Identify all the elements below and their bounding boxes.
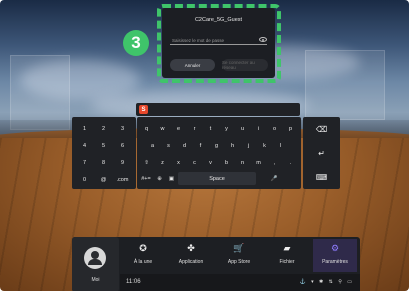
dock-app-label: Paramètres	[322, 259, 348, 265]
symbols-key[interactable]: #+=	[139, 172, 153, 185]
dock-app-label: App Store	[227, 259, 251, 265]
letter-key[interactable]: b	[219, 156, 234, 169]
letter-key[interactable]: q	[139, 122, 154, 135]
folder-icon: ▰	[283, 242, 291, 253]
letter-key[interactable]: .	[283, 156, 298, 169]
letter-key[interactable]: t	[203, 122, 218, 135]
letter-key[interactable]: i	[251, 122, 266, 135]
keyboard-suggestion-bar: S	[136, 103, 300, 116]
backspace-icon[interactable]: ⌫	[309, 122, 334, 136]
letter-key[interactable]: r	[187, 122, 202, 135]
dock-app-label: Fichier	[279, 259, 295, 265]
shift-key[interactable]: ⇧	[139, 156, 154, 169]
numpad-key[interactable]: 9	[114, 156, 131, 169]
letter-key[interactable]: w	[155, 122, 170, 135]
glass-pane	[10, 55, 70, 130]
profile-label: Moi	[91, 277, 100, 283]
globe-icon[interactable]: ⊕	[154, 172, 165, 185]
letter-key[interactable]: k	[257, 139, 272, 152]
profile-tile[interactable]: Moi	[72, 237, 119, 291]
numpad-key[interactable]: 6	[114, 139, 131, 152]
letter-key[interactable]: g	[209, 139, 224, 152]
letter-key[interactable]: f	[193, 139, 208, 152]
letter-key[interactable]: s	[161, 139, 176, 152]
letter-key[interactable]: e	[171, 122, 186, 135]
letter-key[interactable]: c	[187, 156, 202, 169]
numpad-key[interactable]: 8	[95, 156, 112, 169]
dock-app-label: À la une	[133, 259, 153, 265]
space-key[interactable]: Space	[178, 172, 256, 185]
keyboard-side-keys: ⌫ ↵ ⌨	[303, 117, 340, 189]
glass-pane	[305, 50, 385, 120]
letter-key[interactable]: x	[171, 156, 186, 169]
dock-app-application[interactable]: ✤ Application	[169, 239, 213, 272]
numpad-key[interactable]: 5	[95, 139, 112, 152]
dock-app-label: Application	[178, 259, 204, 265]
status-bar: 11:06 ⚓ ▾ ✱ ⇅ ⚲ ▭	[120, 274, 360, 291]
letter-key[interactable]: m	[251, 156, 266, 169]
dock-app-fichier[interactable]: ▰ Fichier	[265, 239, 309, 272]
letter-key[interactable]: o	[267, 122, 282, 135]
cart-icon: 🛒	[233, 242, 245, 253]
letter-key[interactable]: j	[241, 139, 256, 152]
dock-app--la-une[interactable]: ✪ À la une	[121, 239, 165, 272]
numpad-key[interactable]: 2	[95, 122, 112, 135]
numeric-keypad: 1 2 3 4 5 6 7 8 9 0 @ .com	[72, 117, 136, 189]
letter-key[interactable]: ,	[267, 156, 282, 169]
enter-icon[interactable]: ↵	[309, 146, 334, 160]
letter-key[interactable]: p	[283, 122, 298, 135]
numpad-key[interactable]: 7	[76, 156, 93, 169]
letter-key[interactable]: u	[235, 122, 250, 135]
numpad-key[interactable]: .com	[114, 173, 131, 186]
numpad-key[interactable]: 4	[76, 139, 93, 152]
numpad-key[interactable]: @	[95, 173, 112, 186]
letter-key[interactable]: z	[155, 156, 170, 169]
numpad-key[interactable]: 0	[76, 173, 93, 186]
emoji-icon[interactable]: ▣	[166, 172, 177, 185]
gear-icon: ⚙	[330, 242, 340, 253]
letter-key[interactable]: y	[219, 122, 234, 135]
letter-key[interactable]: n	[235, 156, 250, 169]
microphone-icon[interactable]: 🎤	[268, 172, 280, 185]
letter-key[interactable]: l	[273, 139, 288, 152]
numpad-key[interactable]: 3	[114, 122, 131, 135]
avatar	[84, 247, 106, 269]
step-badge: 3	[123, 30, 149, 56]
keyboard-hide-icon[interactable]: ⌨	[309, 170, 334, 184]
clock: 11:06	[126, 279, 141, 285]
dock-app-param-tres[interactable]: ⚙ Paramètres	[313, 239, 357, 272]
letter-key[interactable]: a	[145, 139, 160, 152]
grid-icon: ✤	[187, 242, 195, 253]
dialog-highlight-frame	[157, 4, 281, 83]
letter-key[interactable]: h	[225, 139, 240, 152]
letter-key[interactable]: v	[203, 156, 218, 169]
user-icon	[88, 251, 102, 265]
numpad-key[interactable]: 1	[76, 122, 93, 135]
keyboard-logo-icon: S	[139, 105, 148, 114]
status-icons: ⚓ ▾ ✱ ⇅ ⚲ ▭	[299, 279, 354, 285]
compass-icon: ✪	[139, 242, 147, 253]
alpha-keyboard: #+= ⊕ ▣ Space 🎤 q w e r t y u i o p a s d f g h j k l ⇧ z x c v…	[137, 117, 301, 189]
letter-key[interactable]: d	[177, 139, 192, 152]
dock-app-app-store[interactable]: 🛒 App Store	[217, 239, 261, 272]
